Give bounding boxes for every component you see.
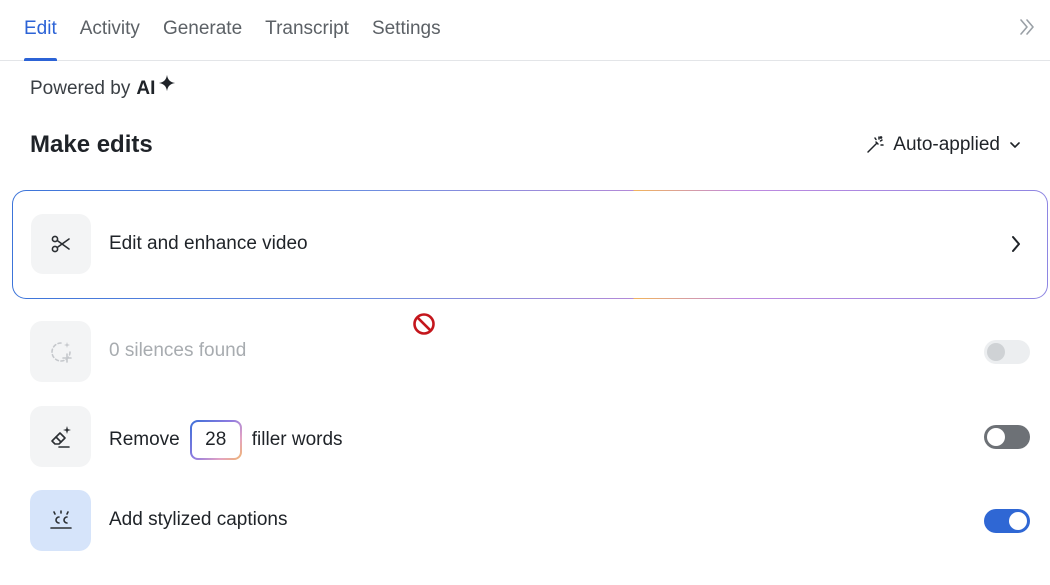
tab-activity[interactable]: Activity — [80, 0, 140, 61]
edit-enhance-card[interactable]: Edit and enhance video — [12, 190, 1048, 299]
captions-label: Add stylized captions — [109, 509, 288, 530]
captions-row: Add stylized captions — [30, 490, 1032, 552]
scissors-icon — [51, 235, 70, 253]
silences-row: 0 silences found — [30, 321, 1032, 383]
double-chevron-right-icon — [1020, 19, 1034, 35]
captions-toggle[interactable] — [984, 509, 1030, 533]
filler-count-input[interactable]: 28 — [190, 420, 242, 460]
eraser-sparkle-icon — [50, 425, 71, 448]
filler-icon-box — [30, 406, 91, 467]
ai-label: AI — [136, 78, 156, 99]
chevron-down-icon — [1010, 142, 1020, 148]
silences-label: 0 silences found — [109, 340, 247, 361]
toggle-knob — [1009, 512, 1027, 530]
filler-words-row: Remove 28 filler words — [30, 406, 1032, 468]
tab-edit[interactable]: Edit — [24, 0, 57, 61]
filler-prefix: Remove — [109, 429, 180, 450]
silences-icon-box — [30, 321, 91, 382]
magic-wand-icon — [867, 136, 885, 153]
card-title: Edit and enhance video — [109, 233, 308, 254]
filler-words-toggle[interactable] — [984, 425, 1030, 449]
toggle-knob — [987, 428, 1005, 446]
sparkle-icon — [159, 74, 176, 92]
collapse-panel-button[interactable] — [1014, 14, 1040, 40]
filler-words-text: Remove 28 filler words — [109, 422, 343, 458]
tab-transcript[interactable]: Transcript — [265, 0, 349, 61]
silences-toggle[interactable] — [984, 340, 1030, 364]
captions-cc-icon — [49, 509, 72, 529]
chevron-right-icon — [1012, 236, 1020, 252]
powered-by-ai: Powered by AI — [30, 74, 176, 100]
auto-applied-label: Auto-applied — [893, 134, 1000, 155]
powered-by-label: Powered by — [30, 78, 131, 99]
captions-icon-box — [30, 490, 91, 551]
auto-applied-dropdown[interactable]: Auto-applied — [865, 134, 1022, 156]
tab-generate[interactable]: Generate — [163, 0, 242, 61]
tab-bar: Edit Activity Generate Transcript Settin… — [0, 0, 1050, 61]
silence-detect-icon — [50, 341, 72, 363]
tabs: Edit Activity Generate Transcript Settin… — [24, 0, 464, 61]
filler-suffix: filler words — [251, 429, 343, 450]
card-icon-box — [31, 214, 91, 274]
tab-settings[interactable]: Settings — [372, 0, 441, 61]
toggle-knob — [987, 343, 1005, 361]
section-title: Make edits — [30, 131, 153, 158]
